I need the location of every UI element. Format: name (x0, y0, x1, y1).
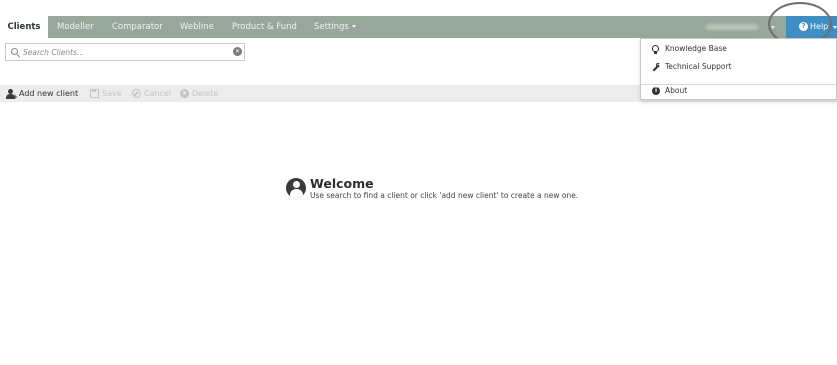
info-circle-icon: i (652, 87, 660, 95)
add-client-label: Add new client (19, 89, 79, 98)
welcome-panel: Welcome Use search to find a client or c… (286, 176, 616, 206)
user-name-blurred[interactable] (706, 24, 758, 30)
save-button[interactable]: Save (90, 85, 122, 102)
menu-item-technical-support[interactable]: Technical Support (641, 60, 836, 74)
menu-item-label: Knowledge Base (665, 44, 727, 53)
user-plus-icon: + (6, 88, 18, 100)
lightbulb-icon (652, 45, 659, 54)
tab-settings[interactable]: Settings (314, 16, 356, 38)
delete-button[interactable]: ✕ Delete (180, 85, 218, 102)
cancel-icon (132, 89, 141, 98)
cancel-label: Cancel (144, 89, 172, 98)
welcome-subtitle: Use search to find a client or click 'ad… (310, 191, 579, 200)
chevron-down-icon (833, 26, 837, 29)
menu-item-about[interactable]: i About (641, 84, 836, 98)
wrench-icon (652, 63, 660, 71)
chevron-down-icon (351, 25, 356, 28)
help-dropdown-menu: Knowledge Base Technical Support i About (640, 38, 837, 100)
client-search-box: ✕ (5, 43, 245, 61)
delete-icon: ✕ (180, 89, 189, 98)
search-input[interactable] (23, 46, 223, 58)
user-circle-icon (286, 178, 306, 198)
save-label: Save (102, 89, 122, 98)
search-icon (11, 48, 18, 55)
tab-clients[interactable]: Clients (0, 16, 48, 38)
delete-label: Delete (192, 89, 219, 98)
clear-icon[interactable]: ✕ (233, 47, 242, 56)
cancel-button[interactable]: Cancel (132, 85, 171, 102)
top-navbar: Clients Modeller Comparator Webline Prod… (0, 16, 837, 38)
menu-item-label: Technical Support (665, 62, 732, 71)
tab-modeller[interactable]: Modeller (57, 16, 94, 38)
tab-settings-label: Settings (314, 22, 349, 32)
add-client-button[interactable]: + Add new client (6, 85, 78, 102)
save-icon (90, 89, 99, 98)
menu-item-label: About (665, 86, 688, 95)
welcome-title: Welcome (310, 176, 374, 191)
tab-webline[interactable]: Webline (180, 16, 214, 38)
tab-comparator[interactable]: Comparator (112, 16, 163, 38)
menu-item-knowledge-base[interactable]: Knowledge Base (641, 42, 836, 56)
tab-product-fund[interactable]: Product & Fund (232, 16, 297, 38)
